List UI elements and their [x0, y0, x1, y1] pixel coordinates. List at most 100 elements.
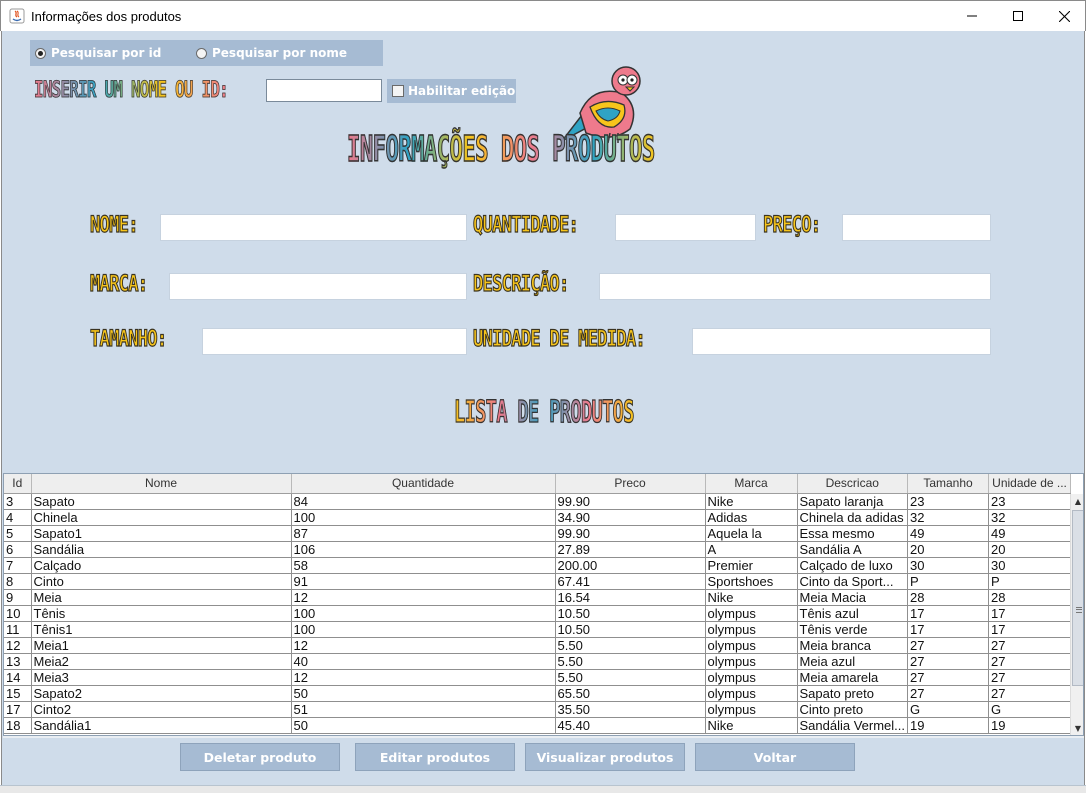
table-cell[interactable]: 12	[4, 637, 32, 654]
table-cell[interactable]: 27	[988, 669, 1072, 686]
table-cell[interactable]: 16.54	[555, 589, 706, 606]
table-cell[interactable]: Sapato preto	[797, 685, 909, 702]
table-cell[interactable]: 7	[4, 557, 32, 574]
table-cell[interactable]: 10	[4, 605, 32, 622]
table-cell[interactable]: G	[988, 701, 1072, 718]
maximize-button[interactable]	[995, 1, 1041, 31]
table-cell[interactable]: Cinto da Sport...	[797, 573, 909, 590]
table-cell[interactable]: Premier	[705, 557, 798, 574]
table-cell[interactable]: Sandália A	[797, 541, 909, 558]
table-cell[interactable]: Tênis1	[31, 621, 292, 638]
table-cell[interactable]: 23	[907, 493, 990, 510]
table-cell[interactable]: 17	[4, 701, 32, 718]
table-cell[interactable]: 17	[907, 605, 990, 622]
table-cell[interactable]: 200.00	[555, 557, 706, 574]
table-cell[interactable]: 3	[4, 493, 32, 510]
table-cell[interactable]: Meia azul	[797, 653, 909, 670]
table-row[interactable]: 5 Sapato1 87 99.90 Aquela la Essa mesmo 49 49	[4, 525, 1072, 542]
table-cell[interactable]: 17	[988, 621, 1072, 638]
table-cell[interactable]: 32	[907, 509, 990, 526]
table-cell[interactable]: 20	[907, 541, 990, 558]
table-cell[interactable]: 9	[4, 589, 32, 606]
table-cell[interactable]: 20	[988, 541, 1072, 558]
search-by-name-radio[interactable]: Pesquisar por nome	[196, 40, 347, 66]
table-row[interactable]: 6 Sandália 106 27.89 A Sandália A 20 20	[4, 541, 1072, 558]
table-cell[interactable]: A	[705, 541, 798, 558]
table-cell[interactable]: 19	[988, 717, 1072, 734]
table-cell[interactable]: 100	[291, 621, 556, 638]
table-cell[interactable]: Sandália1	[31, 717, 292, 734]
table-cell[interactable]: Sandália	[31, 541, 292, 558]
delete-product-button[interactable]: Deletar produto	[180, 743, 340, 771]
table-cell[interactable]: Adidas	[705, 509, 798, 526]
preco-input[interactable]	[842, 214, 991, 241]
table-cell[interactable]: 58	[291, 557, 556, 574]
scroll-thumb[interactable]	[1072, 510, 1083, 686]
table-cell[interactable]: Sapato laranja	[797, 493, 909, 510]
table-cell[interactable]: 5.50	[555, 669, 706, 686]
table-cell[interactable]: Meia Macia	[797, 589, 909, 606]
edit-products-button[interactable]: Editar produtos	[355, 743, 515, 771]
table-row[interactable]: 13 Meia2 40 5.50 olympus Meia azul 27 27	[4, 653, 1072, 670]
table-cell[interactable]: 5.50	[555, 637, 706, 654]
table-cell[interactable]: Calçado	[31, 557, 292, 574]
table-cell[interactable]: 27	[988, 653, 1072, 670]
table-cell[interactable]: Sapato2	[31, 685, 292, 702]
table-cell[interactable]: 27	[907, 669, 990, 686]
table-row[interactable]: 4 Chinela 100 34.90 Adidas Chinela da adidas 3…	[4, 509, 1072, 526]
table-cell[interactable]: 27	[988, 637, 1072, 654]
table-cell[interactable]: 99.90	[555, 493, 706, 510]
table-cell[interactable]: Aquela la	[705, 525, 798, 542]
table-cell[interactable]: Tênis azul	[797, 605, 909, 622]
table-row[interactable]: 11 Tênis1 100 10.50 olympus Tênis verde 17 17	[4, 621, 1072, 638]
view-products-button[interactable]: Visualizar produtos	[525, 743, 685, 771]
table-cell[interactable]: Chinela da adidas	[797, 509, 909, 526]
table-row[interactable]: 14 Meia3 12 5.50 olympus Meia amarela 27 27	[4, 669, 1072, 686]
table-cell[interactable]: 67.41	[555, 573, 706, 590]
table-cell[interactable]: 50	[291, 685, 556, 702]
table-cell[interactable]: 27.89	[555, 541, 706, 558]
table-cell[interactable]: 87	[291, 525, 556, 542]
table-cell[interactable]: olympus	[705, 701, 798, 718]
table-cell[interactable]: 91	[291, 573, 556, 590]
table-cell[interactable]: 100	[291, 605, 556, 622]
minimize-button[interactable]	[949, 1, 995, 31]
column-header[interactable]: Id	[4, 474, 32, 494]
table-cell[interactable]: Chinela	[31, 509, 292, 526]
table-cell[interactable]: olympus	[705, 685, 798, 702]
table-cell[interactable]: 15	[4, 685, 32, 702]
close-button[interactable]	[1041, 1, 1086, 31]
table-cell[interactable]: Sapato	[31, 493, 292, 510]
table-cell[interactable]: 4	[4, 509, 32, 526]
table-cell[interactable]: 45.40	[555, 717, 706, 734]
table-row[interactable]: 10 Tênis 100 10.50 olympus Tênis azul 17 17	[4, 605, 1072, 622]
column-header[interactable]: Unidade de ...	[988, 474, 1072, 494]
search-input[interactable]	[266, 79, 382, 102]
table-cell[interactable]: Cinto	[31, 573, 292, 590]
table-cell[interactable]: olympus	[705, 605, 798, 622]
table-cell[interactable]: Meia3	[31, 669, 292, 686]
table-cell[interactable]: Nike	[705, 717, 798, 734]
table-row[interactable]: 17 Cinto2 51 35.50 olympus Cinto preto G G	[4, 701, 1072, 718]
table-cell[interactable]: 12	[291, 637, 556, 654]
back-button[interactable]: Voltar	[695, 743, 855, 771]
table-cell[interactable]: Meia1	[31, 637, 292, 654]
table-cell[interactable]: 27	[907, 653, 990, 670]
table-scrollbar[interactable]: ▲ ▼	[1070, 494, 1083, 735]
column-header[interactable]: Tamanho	[907, 474, 990, 494]
table-cell[interactable]: 30	[988, 557, 1072, 574]
table-cell[interactable]: Cinto2	[31, 701, 292, 718]
table-cell[interactable]: 51	[291, 701, 556, 718]
table-cell[interactable]: 32	[988, 509, 1072, 526]
table-cell[interactable]: 28	[907, 589, 990, 606]
scroll-up-icon[interactable]: ▲	[1071, 494, 1083, 509]
table-cell[interactable]: P	[907, 573, 990, 590]
column-header[interactable]: Nome	[31, 474, 292, 494]
nome-input[interactable]	[160, 214, 467, 241]
descricao-input[interactable]	[599, 273, 991, 300]
table-cell[interactable]: 10.50	[555, 621, 706, 638]
table-cell[interactable]: 17	[988, 605, 1072, 622]
scroll-down-icon[interactable]: ▼	[1071, 721, 1083, 735]
table-cell[interactable]: 18	[4, 717, 32, 734]
table-cell[interactable]: Tênis verde	[797, 621, 909, 638]
